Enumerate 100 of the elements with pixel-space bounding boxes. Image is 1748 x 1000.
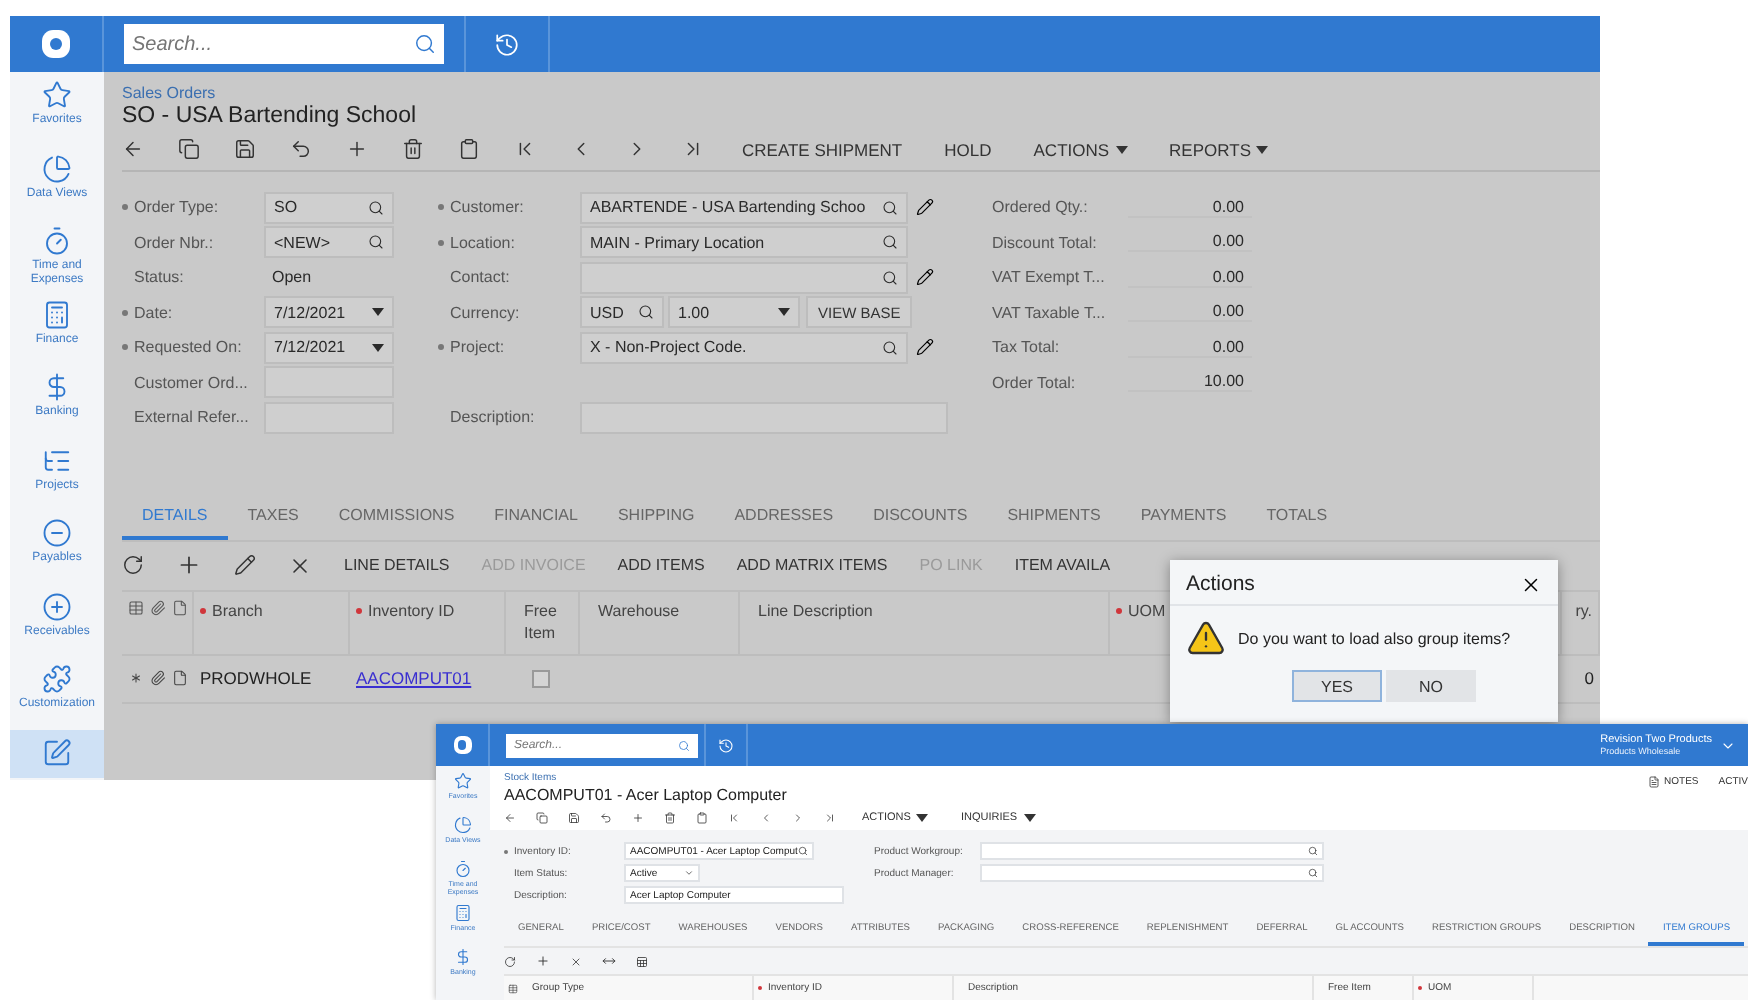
last-record-icon[interactable] <box>824 811 836 823</box>
pencil-icon[interactable] <box>916 268 934 287</box>
date-field[interactable]: 7/12/2021 <box>264 331 394 364</box>
lookup-field[interactable] <box>980 842 1324 860</box>
minus-circle-icon <box>42 518 72 548</box>
first-record-icon[interactable] <box>728 811 740 823</box>
add-icon[interactable] <box>176 552 202 578</box>
breadcrumb-link[interactable]: Sales Orders <box>122 84 1600 102</box>
total-label: Ordered Qty.: <box>992 198 1090 217</box>
search-icon[interactable] <box>638 304 654 321</box>
toolbar-button[interactable]: HOLD <box>940 139 996 159</box>
refresh-icon[interactable] <box>504 955 516 967</box>
column-header[interactable]: Branch <box>200 599 263 622</box>
clipboard-icon[interactable] <box>696 811 708 823</box>
currency-field[interactable]: USD <box>580 296 664 329</box>
add-icon[interactable] <box>346 138 368 160</box>
back-icon[interactable] <box>504 811 516 823</box>
column-header[interactable]: Inventory ID <box>356 599 455 622</box>
search-icon[interactable] <box>414 33 436 55</box>
search-field[interactable]: Search... <box>124 24 444 64</box>
tab[interactable]: COMMISSIONS <box>318 495 475 539</box>
grid-action-button[interactable]: LINE DETAILS <box>344 556 450 574</box>
search-icon[interactable] <box>798 846 808 856</box>
refresh-icon[interactable] <box>122 554 144 576</box>
delete-icon[interactable] <box>402 138 424 160</box>
save-icon[interactable] <box>568 811 580 823</box>
spreadsheet-icon[interactable] <box>636 955 648 967</box>
lookup-field[interactable] <box>580 261 908 294</box>
puzzle-icon <box>42 664 72 694</box>
tab[interactable]: FINANCIAL <box>474 495 598 539</box>
lookup-field[interactable]: ABARTENDE - USA Bartending Schoo <box>580 191 908 224</box>
last-record-icon[interactable] <box>682 138 704 160</box>
add-icon[interactable] <box>536 954 550 968</box>
lookup-field[interactable]: MAIN - Primary Location <box>580 226 908 259</box>
clipboard-icon[interactable] <box>458 138 480 160</box>
search-icon[interactable] <box>1308 868 1318 878</box>
dialog-title: Actions <box>1186 572 1255 596</box>
sidebar-item[interactable] <box>10 729 104 777</box>
tab[interactable]: PAYMENTS <box>1120 495 1247 539</box>
history-icon[interactable] <box>494 31 520 57</box>
menu-button[interactable]: REPORTS <box>1165 139 1273 159</box>
grid-action-button[interactable]: ITEM AVAILA <box>1014 556 1111 574</box>
search-icon[interactable] <box>882 234 898 251</box>
field-label: Date: <box>122 303 264 322</box>
rate-field[interactable]: 1.00 <box>668 296 800 329</box>
pencil-icon[interactable] <box>234 554 256 576</box>
search-icon[interactable] <box>1308 846 1318 856</box>
close-icon[interactable] <box>288 553 312 577</box>
delete-icon[interactable] <box>664 811 676 823</box>
copy-icon[interactable] <box>178 138 200 160</box>
fit-width-icon[interactable] <box>602 954 616 968</box>
column-header[interactable]: Warehouse <box>586 599 680 622</box>
lookup-field[interactable]: <NEW> <box>264 226 394 259</box>
paperclip-icon <box>150 599 166 615</box>
field-label: Customer Ord... <box>132 373 250 392</box>
column-header[interactable]: UOM <box>1116 599 1166 622</box>
logo-icon[interactable] <box>453 736 471 754</box>
copy-icon[interactable] <box>536 811 548 823</box>
chevron-down-icon[interactable] <box>684 868 694 878</box>
grid-action-button[interactable]: ADD ITEMS <box>617 556 705 574</box>
tab[interactable]: SHIPPING <box>597 495 715 539</box>
history-icon[interactable] <box>718 737 734 753</box>
page-title: AACOMPUT01 - Acer Laptop Computer <box>504 786 787 804</box>
inventory-link[interactable]: AACOMPUT01 <box>356 668 472 688</box>
tab[interactable]: SHIPMENTS <box>987 495 1121 539</box>
dialog-button[interactable]: NO <box>1386 670 1476 702</box>
lookup-field[interactable]: SO <box>264 191 394 224</box>
column-header[interactable]: Free Item <box>512 599 572 644</box>
logo-icon[interactable] <box>42 30 70 58</box>
tab[interactable]: TOTALS <box>1246 495 1348 539</box>
search-icon[interactable] <box>882 269 898 286</box>
save-icon[interactable] <box>234 138 256 160</box>
pencil-icon[interactable] <box>916 338 934 357</box>
date-field[interactable]: 7/12/2021 <box>264 296 394 329</box>
search-icon[interactable] <box>368 199 384 216</box>
lookup-field[interactable] <box>980 864 1324 882</box>
total-label: Discount Total: <box>992 233 1099 252</box>
back-icon[interactable] <box>122 138 144 160</box>
tab[interactable]: TAXES <box>227 495 319 539</box>
toolbar-button[interactable]: CREATE SHIPMENT <box>738 139 907 159</box>
checkbox[interactable] <box>532 669 550 687</box>
add-icon[interactable] <box>632 811 644 823</box>
lookup-field[interactable]: X - Non-Project Code. <box>580 331 908 364</box>
search-icon[interactable] <box>368 234 384 251</box>
undo-icon[interactable] <box>600 811 612 823</box>
search-icon[interactable] <box>882 339 898 356</box>
column-header[interactable]: Line Description <box>746 599 873 622</box>
close-icon[interactable] <box>570 955 582 967</box>
grid-action-button[interactable]: ADD MATRIX ITEMS <box>736 556 888 574</box>
dialog-button[interactable]: YES <box>1292 670 1382 702</box>
tab[interactable]: DISCOUNTS <box>853 495 988 539</box>
first-record-icon[interactable] <box>514 138 536 160</box>
search-icon[interactable] <box>882 199 898 216</box>
close-icon[interactable] <box>1520 573 1542 595</box>
tab[interactable]: ADDRESSES <box>714 495 854 539</box>
undo-icon[interactable] <box>290 138 312 160</box>
menu-button[interactable]: ACTIONS <box>1029 139 1132 159</box>
paperclip-icon <box>150 670 166 686</box>
column-header[interactable]: ry. <box>1563 599 1592 622</box>
pencil-icon[interactable] <box>916 198 934 217</box>
